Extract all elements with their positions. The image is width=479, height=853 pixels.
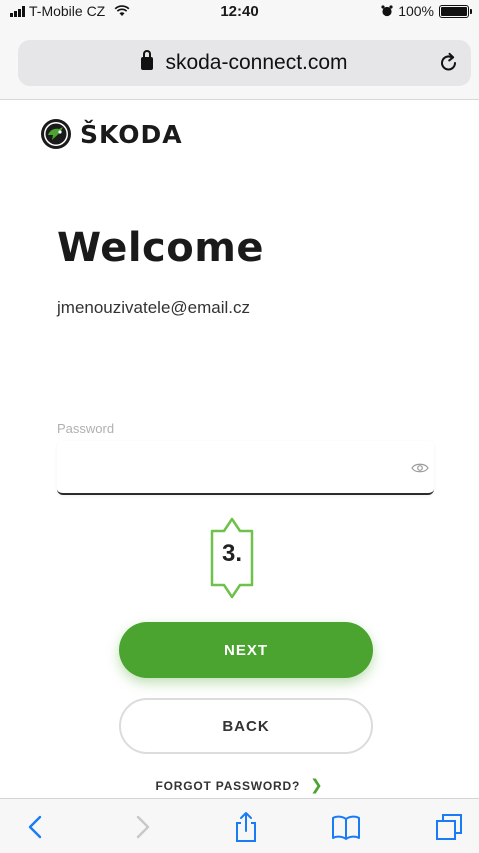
eye-icon[interactable] bbox=[411, 462, 429, 474]
forgot-password-link[interactable]: FORGOT PASSWORD? ❯ bbox=[0, 776, 479, 794]
next-button[interactable]: NEXT bbox=[119, 622, 373, 678]
brand-name: ŠKODA bbox=[80, 120, 183, 149]
lock-icon bbox=[141, 50, 154, 70]
battery-info: 100% bbox=[381, 3, 472, 19]
password-label: Password bbox=[57, 421, 115, 436]
chevron-right-icon: ❯ bbox=[310, 777, 324, 794]
reload-icon[interactable] bbox=[437, 51, 461, 75]
alarm-icon bbox=[381, 5, 393, 17]
tabs-icon[interactable] bbox=[433, 811, 465, 843]
site-header: ŠKODA bbox=[0, 100, 479, 170]
url-text: skoda-connect.com bbox=[165, 51, 348, 74]
password-input[interactable] bbox=[57, 441, 434, 495]
back-button[interactable]: BACK bbox=[119, 698, 373, 754]
browser-chrome: skoda-connect.com bbox=[0, 22, 479, 100]
page-title: Welcome bbox=[57, 225, 265, 271]
status-bar: T-Mobile CZ 12:40 100% bbox=[0, 0, 479, 22]
battery-percent: 100% bbox=[398, 3, 434, 19]
skoda-logo-icon[interactable] bbox=[40, 118, 72, 150]
email-display: jmenouzivatele@email.cz bbox=[57, 298, 251, 317]
forward-icon[interactable] bbox=[126, 811, 158, 843]
address-bar[interactable]: skoda-connect.com bbox=[18, 40, 471, 86]
battery-icon bbox=[439, 4, 472, 18]
forgot-password-label: FORGOT PASSWORD? bbox=[155, 779, 301, 793]
back-icon[interactable] bbox=[20, 811, 52, 843]
browser-toolbar bbox=[0, 798, 479, 853]
step-number: 3. bbox=[221, 540, 242, 567]
share-icon[interactable] bbox=[230, 811, 262, 843]
login-form: Welcome jmenouzivatele@email.cz Password… bbox=[0, 170, 479, 798]
bookmarks-icon[interactable] bbox=[330, 811, 362, 843]
